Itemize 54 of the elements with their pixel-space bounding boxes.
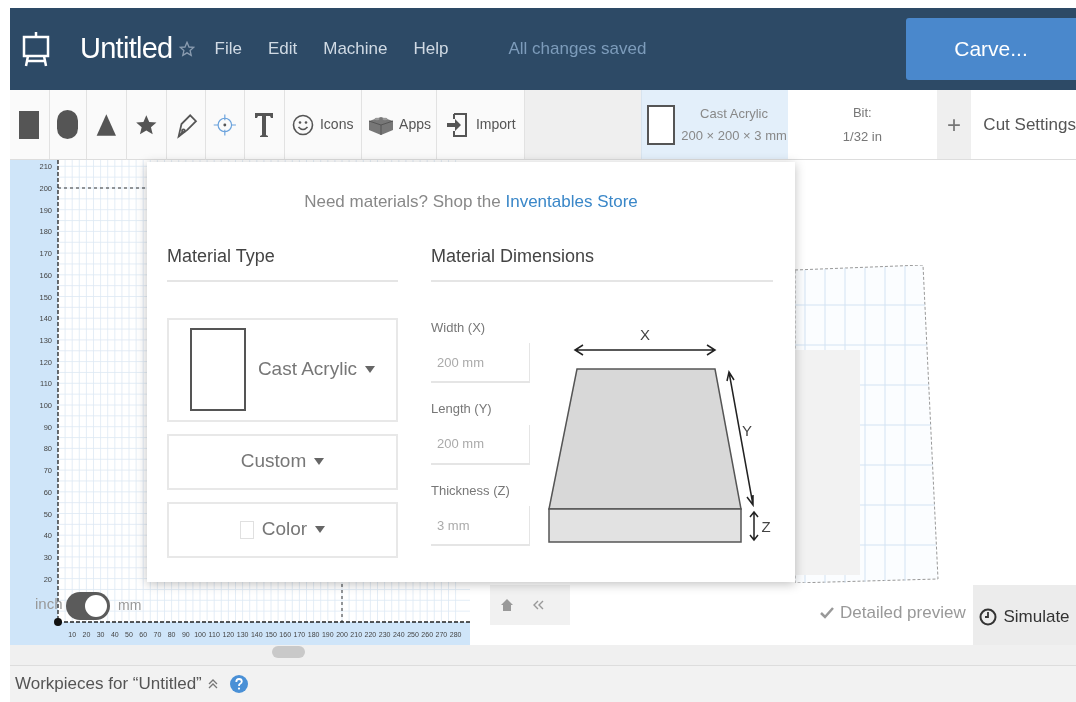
material-name: Cast Acrylic [700,104,768,123]
axis-label: Y [742,421,752,439]
color-dropdown[interactable]: Color [167,501,398,558]
check-icon[interactable] [820,606,834,619]
material-dimensions-heading: Material Dimensions [431,242,773,282]
unit-toggle[interactable] [66,592,110,620]
axis-label: Z [761,517,771,535]
star-icon[interactable] [178,41,195,57]
color-swatch [239,520,254,539]
simulate-button[interactable]: Simulate [973,585,1076,648]
field-label: Length (Y) [431,400,493,418]
inch-label: inch [35,594,63,614]
text-icon [254,111,275,138]
icons-tool[interactable]: Icons [284,90,362,159]
material-dimensions: 200 × 200 × 3 mm [681,126,787,145]
carve-button[interactable]: Carve... [906,18,1076,80]
clock-icon [979,607,998,626]
material-type-heading: Material Type [167,242,398,282]
cut-settings-button[interactable]: Cut Settings [971,90,1076,159]
menu-item[interactable]: Help [413,36,449,62]
dimension-field[interactable]: 200 mm [431,343,530,383]
bit-button[interactable]: Bit: 1/32 in [788,90,937,159]
field-label: Thickness (Z) [431,481,511,500]
caret-icon [315,526,326,533]
easel-icon[interactable] [22,31,50,67]
store-link[interactable]: Inventables Store [505,192,638,211]
material-button[interactable]: Cast Acrylic 200 × 200 × 3 mm [641,90,789,159]
smiley-icon [291,113,314,136]
menu-item[interactable]: Machine [323,36,388,62]
caret-icon [314,458,325,465]
material-swatch [647,104,676,145]
axis-label: X [640,325,650,343]
document-title: Untitled [80,31,173,67]
save-status: All changes saved [508,38,647,61]
caret-icon [365,366,376,373]
material-preset-dropdown[interactable]: Custom [167,433,398,490]
dimension-field[interactable]: 3 mm [431,506,530,546]
mm-label: mm [118,596,142,615]
menu-item[interactable]: File [214,36,242,62]
shop-text: Need materials? Shop the Inventables Store [303,191,639,213]
menu-item[interactable]: Edit [267,36,298,62]
field-label: Width (X) [431,318,487,337]
material-type-dropdown[interactable]: Cast Acrylic [167,317,398,422]
scroll-thumb[interactable] [272,646,305,658]
toggle-knob [85,595,107,617]
z-dimension-arrow [749,510,759,541]
detailed-preview-label: Detailed preview [840,602,966,624]
workpieces-title: Workpieces for “Untitled” [15,673,202,696]
dimension-field[interactable]: 200 mm [431,424,530,465]
help-icon[interactable] [229,675,248,693]
expand-icon[interactable] [207,679,218,689]
import-icon [445,110,468,139]
add-button[interactable]: + [936,90,972,159]
apps-tool[interactable]: Apps [361,90,438,159]
